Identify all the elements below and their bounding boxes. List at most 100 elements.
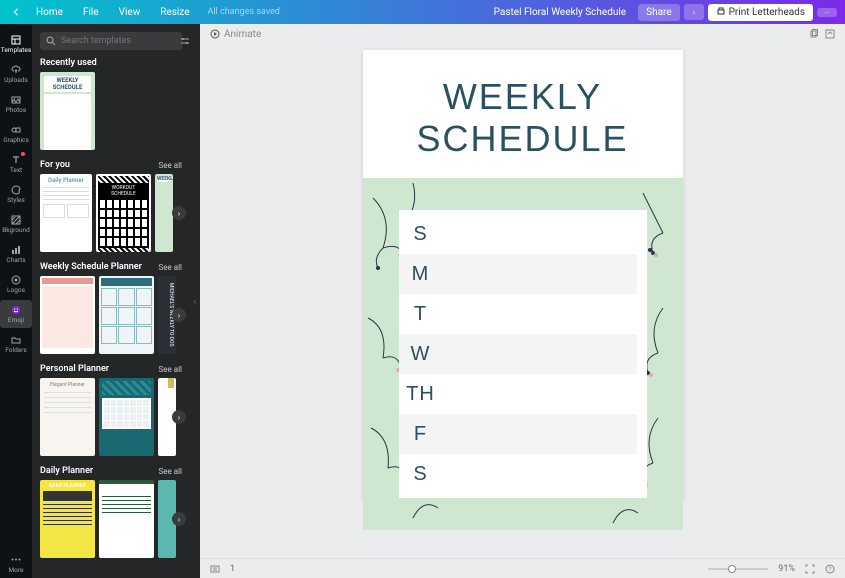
dots-horizontal-icon	[825, 11, 829, 14]
template-thumb[interactable]	[40, 276, 95, 354]
template-thumb[interactable]: WORKOUT SCHEDULE	[96, 174, 151, 252]
back-button[interactable]	[8, 6, 24, 18]
rail-charts[interactable]: Charts	[0, 240, 32, 268]
emoji-icon	[11, 305, 21, 315]
day-label: TH	[399, 383, 443, 406]
schedule-row[interactable]: S	[399, 454, 637, 494]
menu-home[interactable]: Home	[28, 5, 71, 20]
rail-logos[interactable]: Logos	[0, 270, 32, 298]
section-weekly-schedule-planner: Weekly Schedule PlannerSee all MICHAEL'S…	[40, 262, 182, 354]
see-all-link[interactable]: See all	[159, 263, 182, 272]
canvas-toolbar: Animate	[200, 24, 845, 44]
more-icon	[11, 555, 21, 565]
day-label: W	[399, 343, 443, 366]
bottom-status-bar: 1 91% ?	[200, 558, 845, 578]
print-icon	[716, 7, 726, 17]
section-recently-used: Recently used WEEKLY SCHEDULE	[40, 58, 182, 150]
scroll-right-button[interactable]: ›	[172, 308, 186, 322]
section-daily-planner: Daily PlannerSee all DAILY PLANNER SEIZE…	[40, 466, 182, 558]
menu-view[interactable]: View	[111, 5, 149, 20]
fullscreen-button[interactable]	[805, 564, 815, 574]
see-all-link[interactable]: See all	[159, 467, 182, 476]
rail-background[interactable]: Bkground	[0, 210, 32, 238]
search-input[interactable]	[61, 36, 175, 46]
notes-button[interactable]	[210, 564, 220, 574]
section-label: Personal Planner	[40, 364, 109, 374]
filter-icon[interactable]	[180, 36, 190, 46]
search-bar[interactable]	[40, 32, 182, 50]
chevron-left-icon: ‹	[194, 297, 196, 306]
page-indicator: 1	[230, 564, 235, 574]
day-label: S	[399, 463, 443, 486]
template-thumb[interactable]: SEIZE THE DAY	[99, 480, 154, 558]
copy-page-button[interactable]	[809, 29, 819, 39]
see-all-link[interactable]: See all	[159, 161, 182, 170]
collapse-panel-button[interactable]: ‹	[190, 24, 200, 578]
schedule-row[interactable]: F	[399, 414, 637, 454]
rail-text[interactable]: Text	[0, 150, 32, 178]
schedule-row[interactable]: S	[399, 214, 637, 254]
save-status: All changes saved	[208, 7, 280, 17]
rail-more[interactable]: More	[0, 550, 32, 578]
section-label: For you	[40, 160, 70, 170]
schedule-row[interactable]: TH	[399, 374, 637, 414]
download-button[interactable]	[684, 4, 704, 20]
template-thumb[interactable]: Elegant Planner	[40, 378, 95, 456]
tool-rail: Templates Uploads Photos Graphics Text S…	[0, 24, 32, 578]
more-menu-button[interactable]	[817, 8, 837, 17]
section-label: Weekly Schedule Planner	[40, 262, 142, 272]
section-personal-planner: Personal PlannerSee all Elegant Planner …	[40, 364, 182, 456]
section-for-you: For you See all Daily Planner WORKOUT SCH…	[40, 160, 182, 252]
scroll-right-button[interactable]: ›	[172, 206, 186, 220]
schedule-row[interactable]: W	[399, 334, 637, 374]
animate-button[interactable]: Animate	[210, 29, 261, 40]
schedule-row[interactable]: T	[399, 294, 637, 334]
template-thumb[interactable]: WEEKLY SCHEDULE	[40, 72, 95, 150]
rail-templates[interactable]: Templates	[0, 30, 32, 58]
day-label: F	[399, 423, 443, 446]
template-thumb[interactable]: DAILY PLANNER	[40, 480, 95, 558]
styles-icon	[11, 185, 21, 195]
section-label: Recently used	[40, 58, 97, 68]
play-icon	[210, 29, 220, 39]
schedule-row[interactable]: M	[399, 254, 637, 294]
notification-dot	[21, 152, 25, 156]
template-thumb[interactable]	[99, 378, 154, 456]
expand-page-button[interactable]	[825, 29, 835, 39]
scroll-right-button[interactable]: ›	[172, 512, 186, 526]
canvas-area: Animate WEEKLY SCHEDULE	[200, 24, 845, 578]
menu-file[interactable]: File	[75, 5, 107, 20]
logos-icon	[11, 275, 21, 285]
rail-photos[interactable]: Photos	[0, 90, 32, 118]
zoom-thumb[interactable]	[728, 565, 736, 573]
rail-uploads[interactable]: Uploads	[0, 60, 32, 88]
menu-resize[interactable]: Resize	[152, 5, 197, 20]
page-heading[interactable]: WEEKLY SCHEDULE	[363, 50, 683, 178]
share-button[interactable]: Share	[638, 4, 679, 21]
day-label: M	[399, 263, 443, 286]
uploads-icon	[11, 65, 21, 75]
schedule-table[interactable]: S M T W TH F S	[399, 210, 647, 498]
print-label: Print Letterheads	[729, 7, 805, 18]
template-thumb[interactable]: Daily Planner	[40, 174, 92, 252]
rail-graphics[interactable]: Graphics	[0, 120, 32, 148]
zoom-level[interactable]: 91%	[778, 564, 795, 574]
charts-icon	[11, 245, 21, 255]
page-body: S M T W TH F S	[363, 178, 683, 530]
design-page[interactable]: WEEKLY SCHEDULE	[363, 50, 683, 500]
help-button[interactable]: ?	[825, 564, 835, 574]
canvas-viewport[interactable]: WEEKLY SCHEDULE	[200, 44, 845, 558]
template-thumb[interactable]: WEEKL	[155, 174, 173, 252]
print-button[interactable]: Print Letterheads	[708, 4, 813, 21]
zoom-slider[interactable]	[708, 568, 768, 570]
photos-icon	[11, 95, 21, 105]
template-thumb[interactable]	[99, 276, 154, 354]
rail-folders[interactable]: Folders	[0, 330, 32, 358]
document-title[interactable]: Pastel Floral Weekly Schedule	[494, 7, 626, 18]
see-all-link[interactable]: See all	[159, 365, 182, 374]
scroll-right-button[interactable]: ›	[172, 410, 186, 424]
rail-emoji[interactable]: Emoji	[0, 300, 32, 328]
rail-styles[interactable]: Styles	[0, 180, 32, 208]
folders-icon	[11, 335, 21, 345]
templates-icon	[11, 35, 21, 45]
